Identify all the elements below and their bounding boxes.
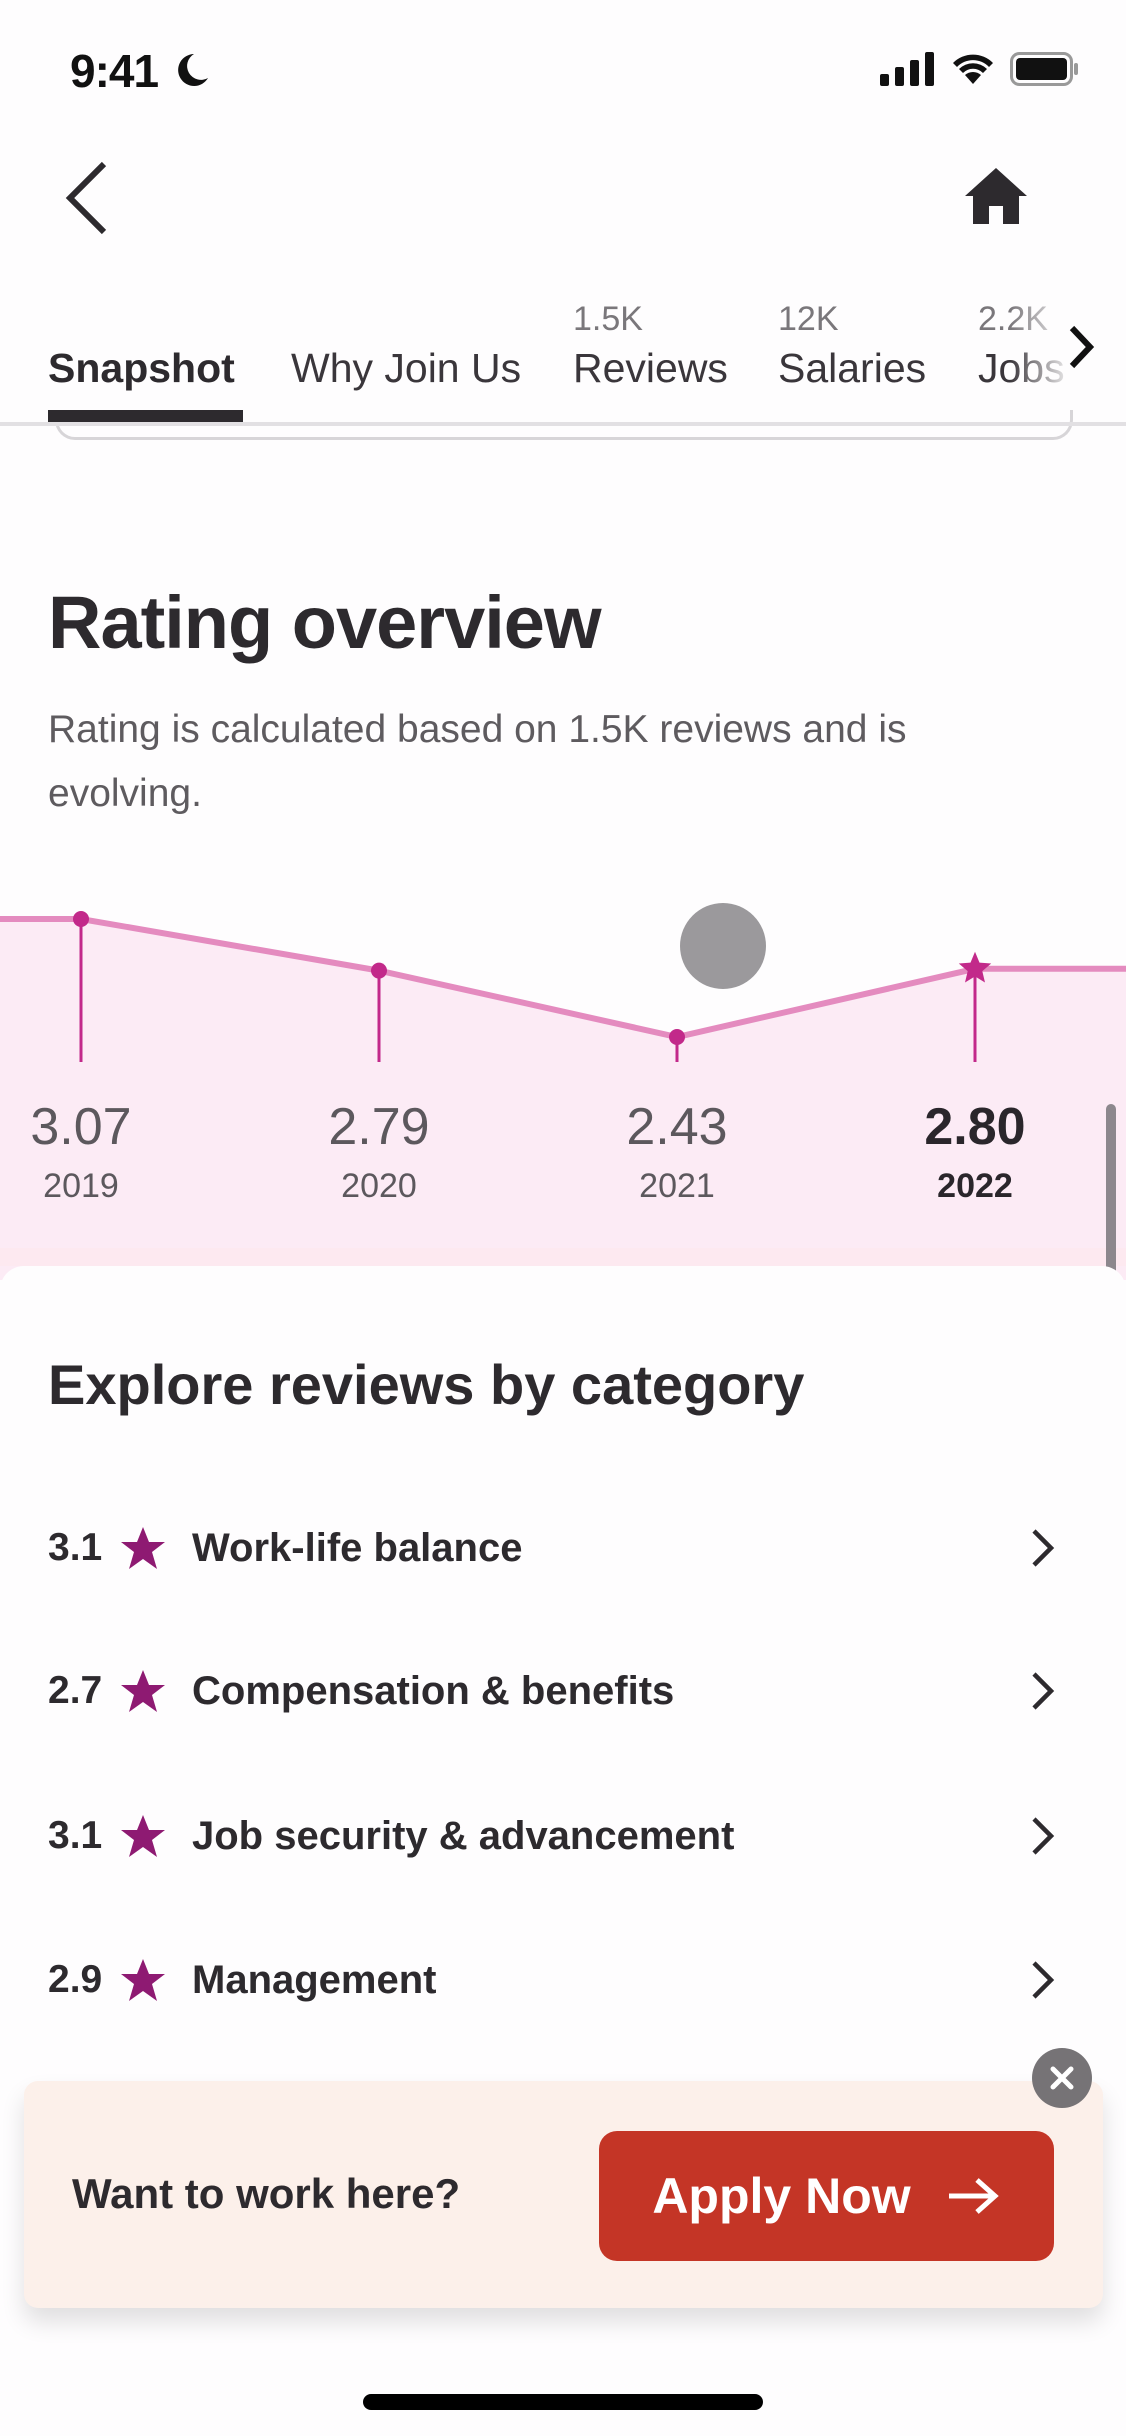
- chevron-right-icon: [1032, 1529, 1055, 1567]
- category-score: 2.9: [48, 1958, 103, 2001]
- category-score: 3.1: [48, 1526, 103, 1569]
- touch-indicator: [680, 903, 766, 989]
- banner-text: Want to work here?: [72, 2170, 461, 2217]
- star-icon: [121, 1959, 165, 2001]
- back-chevron-icon[interactable]: [62, 160, 112, 236]
- wifi-icon: [953, 54, 993, 84]
- category-row[interactable]: 2.7 Compensation & benefits: [0, 1641, 1126, 1741]
- tab-bar: Snapshot Why Join Us 1.5K Reviews 12K Sala…: [0, 270, 1126, 428]
- chart-area-bottom: [0, 1248, 1126, 1266]
- chevron-right-icon: [1032, 1817, 1055, 1855]
- tab-salaries[interactable]: 12K Salaries: [778, 300, 926, 392]
- rating-overview-subtitle: Rating is calculated based on 1.5K revie…: [48, 708, 907, 815]
- chart-year-label: 2022: [937, 1167, 1013, 1205]
- category-label: Management: [192, 1957, 437, 2002]
- chart-point: [669, 1029, 685, 1045]
- star-icon: [121, 1527, 165, 1569]
- tab-why-join-us[interactable]: Why Join Us: [291, 345, 521, 392]
- chart-point: [73, 911, 89, 927]
- category-row[interactable]: 2.9 Management: [0, 1930, 1126, 2030]
- category-score: 3.1: [48, 1814, 103, 1857]
- category-label: Compensation & benefits: [192, 1668, 675, 1713]
- apply-now-button[interactable]: Apply Now: [599, 2131, 1054, 2261]
- tab-snapshot[interactable]: Snapshot: [48, 345, 235, 392]
- battery-icon: [1010, 52, 1078, 86]
- scrollbar[interactable]: [1106, 1104, 1116, 1280]
- chart-value-label: 2.80: [924, 1098, 1026, 1156]
- tab-count: 1.5K: [573, 300, 643, 338]
- tabs-next-chevron-icon[interactable]: [1066, 322, 1096, 372]
- cellular-signal-icon: [880, 52, 934, 86]
- rating-trend-chart: [0, 911, 1126, 1280]
- tab-count: 12K: [778, 300, 839, 338]
- category-row[interactable]: 3.1 Job security & advancement: [0, 1786, 1126, 1886]
- chart-value-label: 2.43: [626, 1098, 728, 1156]
- category-row[interactable]: 3.1 Work-life balance: [0, 1498, 1126, 1598]
- category-label: Job security & advancement: [192, 1813, 735, 1858]
- chart-value-label: 2.79: [328, 1098, 430, 1156]
- active-tab-indicator: [48, 410, 243, 422]
- close-icon: [1050, 2066, 1074, 2090]
- arrow-right-icon: [948, 2178, 999, 2214]
- chevron-right-icon: [1032, 1961, 1055, 1999]
- star-icon: [121, 1815, 165, 1857]
- star-icon: [121, 1670, 165, 1712]
- chart-point: [371, 962, 387, 979]
- home-icon[interactable]: [963, 166, 1029, 226]
- status-time: 9:41: [70, 45, 159, 97]
- category-score: 2.7: [48, 1669, 103, 1712]
- category-label: Work-life balance: [192, 1525, 523, 1570]
- tab-divider: [0, 422, 1126, 426]
- moon-icon: [178, 54, 208, 86]
- rating-overview-title: Rating overview: [48, 581, 602, 664]
- chart-year-label: 2021: [639, 1167, 715, 1205]
- chart-year-label: 2020: [341, 1167, 417, 1205]
- home-indicator: [363, 2394, 763, 2410]
- categories-title: Explore reviews by category: [48, 1353, 805, 1416]
- chart-year-label: 2019: [43, 1167, 119, 1205]
- chart-value-label: 3.07: [30, 1098, 132, 1156]
- chevron-right-icon: [1032, 1672, 1055, 1710]
- tab-reviews[interactable]: 1.5K Reviews: [573, 300, 728, 392]
- close-banner-button[interactable]: [1032, 2048, 1092, 2108]
